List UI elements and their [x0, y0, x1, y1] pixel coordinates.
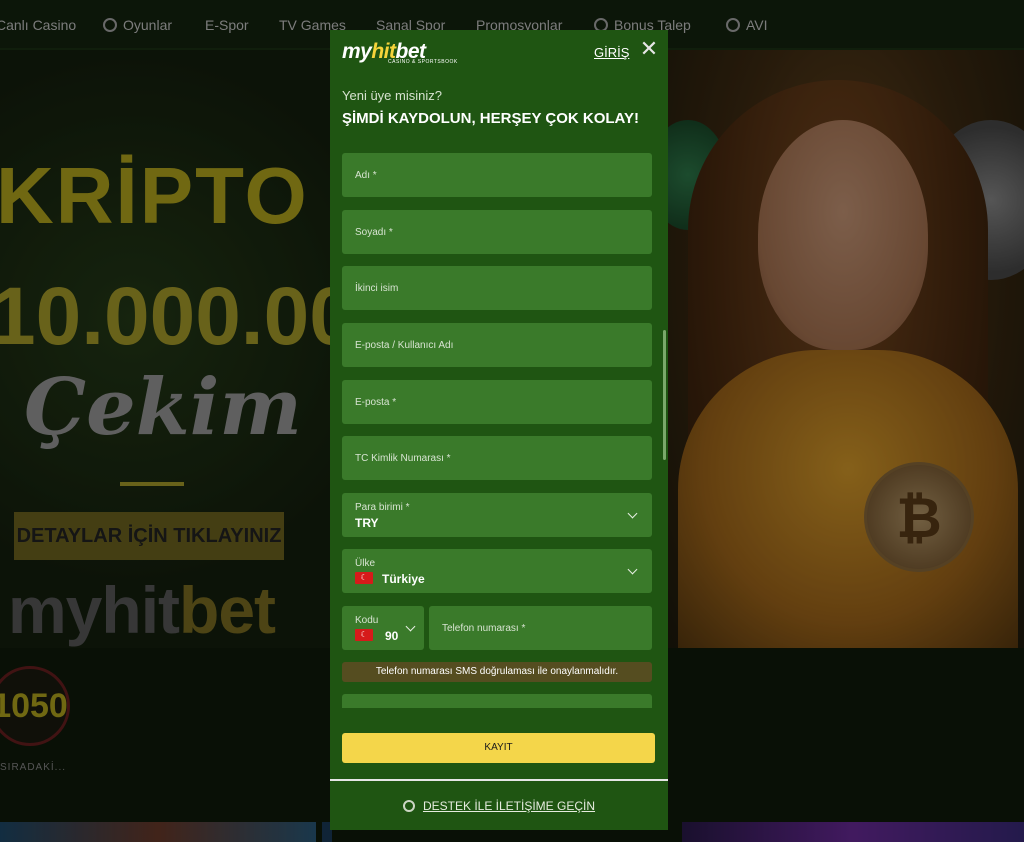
login-link[interactable]: GİRİŞ [594, 45, 629, 60]
chevron-down-icon [627, 564, 638, 575]
currency-select[interactable]: Para birimi * TRY [342, 493, 652, 537]
phone-number-field[interactable]: Telefon numarası * [429, 606, 652, 650]
chevron-down-icon [405, 621, 416, 632]
chevron-down-icon [627, 508, 638, 519]
country-label: Ülke [355, 558, 376, 569]
phone-number-placeholder: Telefon numarası * [442, 623, 526, 634]
next-field[interactable] [342, 694, 652, 708]
register-button[interactable]: KAYIT [342, 733, 655, 763]
registration-modal: myhitbet CASINO & SPORTSBOOK GİRİŞ ✕ Yen… [330, 30, 668, 830]
middle-name-placeholder: İkinci isim [355, 283, 399, 294]
phone-code-value: 90 [385, 629, 399, 643]
sms-verification-note: Telefon numarası SMS doğrulaması ile ona… [342, 662, 652, 682]
last-name-field[interactable]: Soyadı * [342, 210, 652, 254]
support-agent-icon [402, 799, 415, 812]
country-select[interactable]: Ülke ☾ Türkiye [342, 549, 652, 593]
email-placeholder: E-posta * [355, 397, 397, 408]
logo-part: my [342, 40, 372, 63]
middle-name-field[interactable]: İkinci isim [342, 266, 652, 310]
modal-subtitle: Yeni üye misiniz? [342, 88, 442, 103]
support-link-label: DESTEK İLE İLETİŞİME GEÇİN [422, 798, 596, 813]
close-icon[interactable]: ✕ [638, 38, 660, 60]
modal-title: ŞİMDİ KAYDOLUN, HERŞEY ÇOK KOLAY! [342, 110, 639, 127]
turkey-flag-icon: ☾ [355, 629, 373, 641]
support-link[interactable]: DESTEK İLE İLETİŞİME GEÇİN [330, 781, 668, 830]
logo-tagline: CASINO & SPORTSBOOK [388, 59, 458, 65]
turkey-flag-icon: ☾ [355, 572, 373, 584]
email-field[interactable]: E-posta * [342, 380, 652, 424]
tc-id-placeholder: TC Kimlik Numarası * [355, 453, 451, 464]
username-field[interactable]: E-posta / Kullanıcı Adı [342, 323, 652, 367]
currency-label: Para birimi * [355, 502, 410, 513]
last-name-placeholder: Soyadı * [355, 227, 393, 238]
username-placeholder: E-posta / Kullanıcı Adı [355, 340, 454, 351]
currency-value: TRY [355, 516, 379, 530]
first-name-placeholder: Adı * [355, 170, 377, 181]
phone-code-label: Kodu [355, 615, 379, 626]
country-value: Türkiye [382, 572, 425, 586]
tc-id-field[interactable]: TC Kimlik Numarası * [342, 436, 652, 480]
modal-scrollbar[interactable] [663, 330, 666, 460]
modal-header: myhitbet CASINO & SPORTSBOOK GİRİŞ ✕ [330, 30, 668, 80]
first-name-field[interactable]: Adı * [342, 153, 652, 197]
phone-code-select[interactable]: Kodu ☾ 90 [342, 606, 424, 650]
